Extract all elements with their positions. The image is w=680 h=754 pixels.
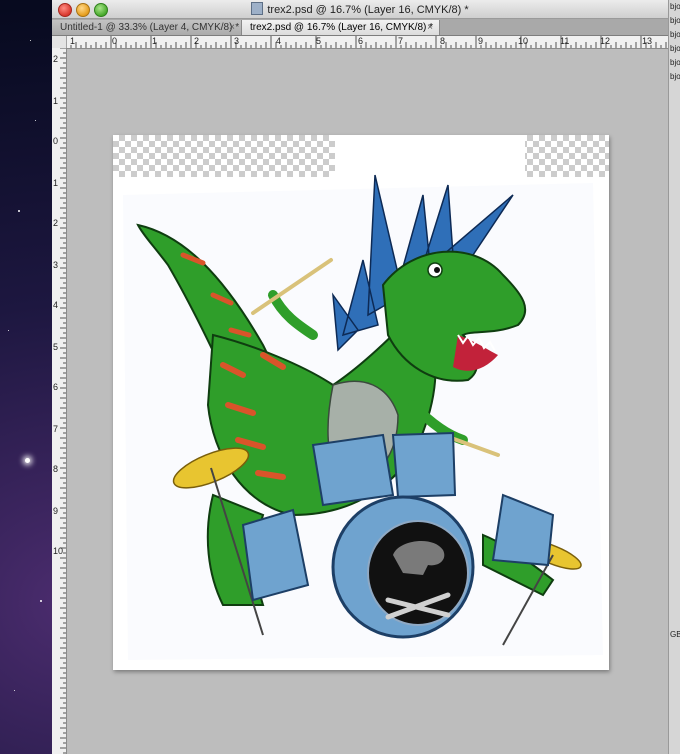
- close-tab-icon[interactable]: ×: [427, 20, 433, 35]
- ruler-number: 10: [518, 36, 529, 46]
- ruler-number: 1: [53, 96, 59, 106]
- tab-label: Untitled-1 @ 33.3% (Layer 4, CMYK/8) *: [60, 22, 240, 33]
- ruler-number: 2: [194, 36, 200, 46]
- ruler-number: 8: [53, 464, 59, 474]
- star: [8, 330, 9, 331]
- ruler-number: 7: [53, 424, 59, 434]
- panel-text: bjo: [670, 2, 680, 11]
- star: [35, 120, 36, 121]
- psd-file-icon: [251, 2, 264, 15]
- ruler-number: 0: [53, 136, 59, 146]
- ruler-number: 5: [53, 342, 59, 352]
- panel-text: bjo: [670, 16, 680, 25]
- star: [25, 458, 30, 463]
- side-panel-edge: bjo bjo bjo bjo bjo bjo GB: [668, 0, 680, 754]
- ruler-number: 1: [53, 178, 59, 188]
- panel-text: bjo: [670, 58, 680, 67]
- ruler-number: 4: [53, 300, 59, 310]
- photoshop-document-window: trex2.psd @ 16.7% (Layer 16, CMYK/8) * U…: [52, 0, 668, 754]
- tab-trex2[interactable]: trex2.psd @ 16.7% (Layer 16, CMYK/8) * ×: [242, 20, 440, 35]
- star: [18, 210, 20, 212]
- ruler-number: 2: [53, 218, 59, 228]
- title-bar[interactable]: trex2.psd @ 16.7% (Layer 16, CMYK/8) *: [52, 0, 668, 19]
- trex-drummer-artwork: [123, 174, 603, 660]
- tom-drum-left: [311, 433, 395, 507]
- ruler-number: 11: [560, 36, 570, 46]
- ruler-number: 12: [600, 36, 611, 46]
- tab-label: trex2.psd @ 16.7% (Layer 16, CMYK/8) *: [250, 22, 434, 33]
- ruler-number: 5: [316, 36, 322, 46]
- window-title-text: trex2.psd @ 16.7% (Layer 16, CMYK/8) *: [267, 4, 469, 16]
- ruler-number: 3: [53, 260, 59, 270]
- tab-untitled-1[interactable]: Untitled-1 @ 33.3% (Layer 4, CMYK/8) * ×: [52, 20, 242, 35]
- ruler-number: 1: [152, 36, 158, 46]
- ruler-number: 10: [53, 546, 64, 556]
- ruler-number: 6: [53, 382, 59, 392]
- trex-pupil: [434, 267, 440, 273]
- ruler-number: 13: [642, 36, 653, 46]
- star: [14, 690, 15, 691]
- ruler-number: 9: [53, 506, 59, 516]
- ruler-number: 0: [112, 36, 118, 46]
- panel-text: bjo: [670, 72, 680, 81]
- tom-drum-right: [391, 431, 457, 499]
- window-title: trex2.psd @ 16.7% (Layer 16, CMYK/8) *: [52, 2, 668, 16]
- document-canvas[interactable]: [113, 135, 609, 670]
- vertical-ruler[interactable]: 2 1 0 1 2 3 4 5 6 7 8 9 10: [52, 48, 67, 754]
- ruler-number: 8: [440, 36, 446, 46]
- canvas-workspace[interactable]: [67, 49, 668, 754]
- ruler-number: 4: [276, 36, 282, 46]
- star: [30, 40, 31, 41]
- panel-text: bjo: [670, 30, 680, 39]
- panel-text: GB: [670, 630, 680, 639]
- close-tab-icon[interactable]: ×: [229, 20, 235, 35]
- ruler-number: 2: [53, 54, 59, 64]
- ruler-number: 7: [398, 36, 404, 46]
- ruler-number: 1: [70, 36, 76, 46]
- horizontal-ruler[interactable]: 1 0 1 2 3 4 5 6 7 8 9 10 11 12 13: [66, 36, 668, 49]
- ruler-number: 3: [234, 36, 240, 46]
- panel-text: bjo: [670, 44, 680, 53]
- star: [40, 600, 42, 602]
- ruler-number: 9: [478, 36, 484, 46]
- ruler-number: 6: [358, 36, 364, 46]
- ruler-ticks: [60, 48, 66, 754]
- document-tab-bar: Untitled-1 @ 33.3% (Layer 4, CMYK/8) * ×…: [52, 19, 668, 36]
